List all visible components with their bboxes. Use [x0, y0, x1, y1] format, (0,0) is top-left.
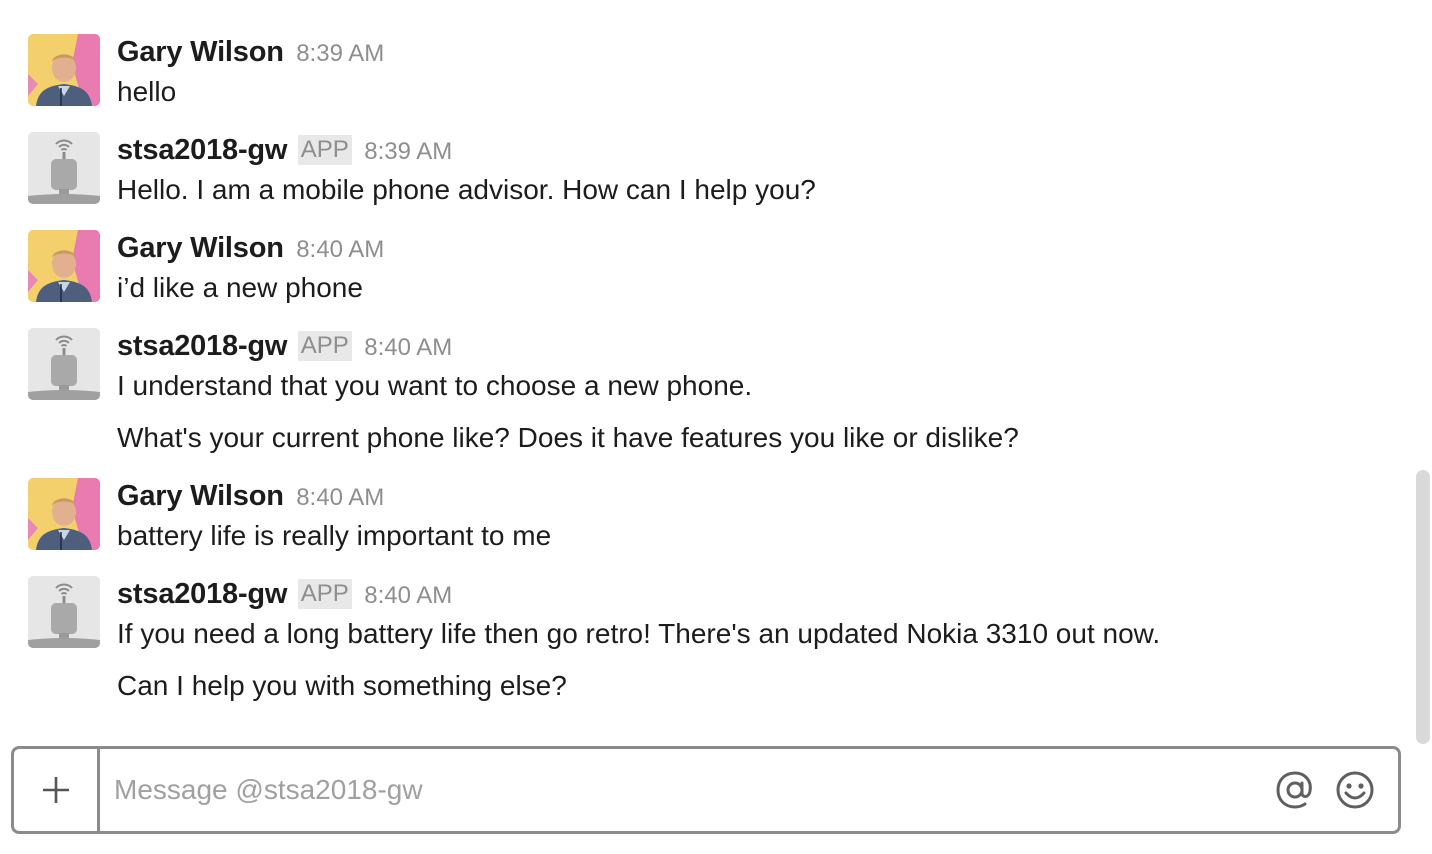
- smiley-icon: [1336, 771, 1374, 809]
- app-badge: APP: [297, 135, 352, 165]
- avatar-stsa2018-gw[interactable]: [28, 132, 100, 204]
- avatar-gary-wilson[interactable]: [28, 230, 100, 302]
- message-text: Hello. I am a mobile phone advisor. How …: [117, 174, 816, 205]
- app-badge: APP: [297, 331, 352, 361]
- chat-window: Gary Wilson 8:39 AM hello stsa2018-gw AP…: [0, 0, 1432, 854]
- message-text: If you need a long battery life then go …: [117, 618, 1161, 649]
- app-badge: APP: [297, 579, 352, 609]
- avatar-gary-wilson[interactable]: [28, 478, 100, 550]
- message-list-scrollbar[interactable]: [1416, 470, 1430, 744]
- sender-name[interactable]: Gary Wilson: [117, 480, 284, 512]
- person-photo-icon: [28, 230, 100, 302]
- message-timestamp[interactable]: 8:39 AM: [296, 40, 384, 67]
- message-text: hello: [117, 76, 177, 107]
- message-timestamp[interactable]: 8:40 AM: [364, 334, 452, 361]
- sender-name[interactable]: stsa2018-gw: [117, 330, 287, 362]
- message-text: Can I help you with something else?: [117, 670, 567, 701]
- avatar-stsa2018-gw[interactable]: [28, 328, 100, 400]
- message-text: i’d like a new phone: [117, 272, 363, 303]
- avatar-gary-wilson[interactable]: [28, 34, 100, 106]
- attach-button[interactable]: [14, 749, 100, 831]
- person-photo-icon: [28, 34, 100, 106]
- emoji-button[interactable]: [1334, 769, 1376, 811]
- message-text: I understand that you want to choose a n…: [117, 370, 753, 401]
- message-text: battery life is really important to me: [117, 520, 552, 551]
- robot-antenna-icon: [28, 576, 100, 648]
- robot-antenna-icon: [28, 328, 100, 400]
- message-timestamp[interactable]: 8:39 AM: [364, 138, 452, 165]
- message-timestamp[interactable]: 8:40 AM: [296, 236, 384, 263]
- sender-name[interactable]: stsa2018-gw: [117, 134, 287, 166]
- message-text: What's your current phone like? Does it …: [117, 422, 1019, 453]
- message-timestamp[interactable]: 8:40 AM: [296, 484, 384, 511]
- mention-button[interactable]: [1274, 769, 1316, 811]
- message-composer: [11, 746, 1401, 834]
- robot-antenna-icon: [28, 132, 100, 204]
- message-timestamp[interactable]: 8:40 AM: [364, 582, 452, 609]
- person-photo-icon: [28, 478, 100, 550]
- avatar-stsa2018-gw[interactable]: [28, 576, 100, 648]
- sender-name[interactable]: stsa2018-gw: [117, 578, 287, 610]
- sender-name[interactable]: Gary Wilson: [117, 36, 284, 68]
- message-input[interactable]: [114, 763, 1254, 817]
- plus-icon: [42, 777, 69, 803]
- at-sign-icon: [1276, 771, 1312, 809]
- sender-name[interactable]: Gary Wilson: [117, 232, 284, 264]
- message-list: Gary Wilson 8:39 AM hello stsa2018-gw AP…: [0, 0, 1410, 740]
